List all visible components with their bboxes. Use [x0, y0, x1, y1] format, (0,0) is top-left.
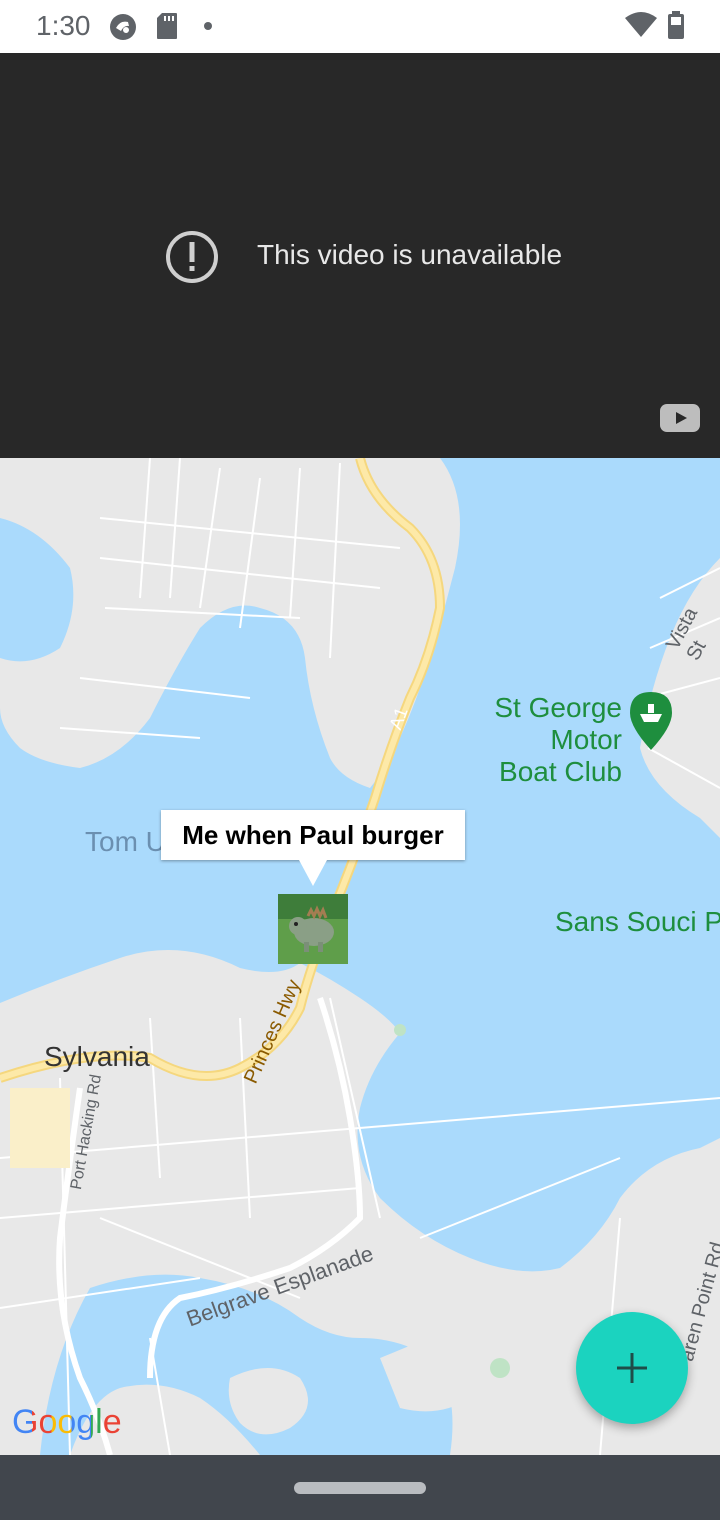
boat-pin-icon[interactable]	[630, 692, 672, 750]
beige-area	[10, 1088, 70, 1168]
plus-icon	[617, 1353, 647, 1383]
map-view[interactable]: A1 St George Motor Boat Club Vista St To…	[0, 458, 720, 1455]
status-bar: 1:30	[0, 0, 720, 53]
youtube-icon[interactable]	[660, 404, 700, 432]
battery-icon	[668, 11, 684, 39]
wifi-icon	[625, 12, 657, 37]
video-player[interactable]: This video is unavailable	[0, 53, 720, 458]
marker-info-window[interactable]: Me when Paul burger	[161, 810, 465, 860]
sd-card-icon	[157, 13, 177, 39]
dinosaur-marker-icon[interactable]	[278, 894, 348, 964]
home-gesture-handle[interactable]	[294, 1482, 426, 1494]
info-window-tail	[299, 860, 327, 886]
park-1	[394, 1024, 406, 1036]
label-tom-u: Tom U	[85, 826, 166, 857]
status-time: 1:30	[36, 10, 91, 41]
alert-circle-icon	[166, 231, 218, 283]
add-button[interactable]	[576, 1312, 688, 1424]
park-2	[490, 1358, 510, 1378]
label-st-george-line2: Boat Club	[499, 756, 622, 787]
video-unavailable-message: This video is unavailable	[257, 239, 563, 270]
camera-icon	[110, 14, 136, 40]
label-sylvania: Sylvania	[44, 1041, 150, 1072]
label-sans-souci: Sans Souci Pa	[555, 906, 720, 937]
map-canvas[interactable]	[0, 458, 720, 1455]
label-st-george[interactable]: St George Motor Boat Club	[418, 692, 622, 788]
dot-icon	[204, 22, 212, 30]
google-logo: Google	[12, 1403, 122, 1442]
label-st-george-line1: St George Motor	[494, 692, 622, 755]
google-logo-text: Google	[12, 1403, 122, 1441]
